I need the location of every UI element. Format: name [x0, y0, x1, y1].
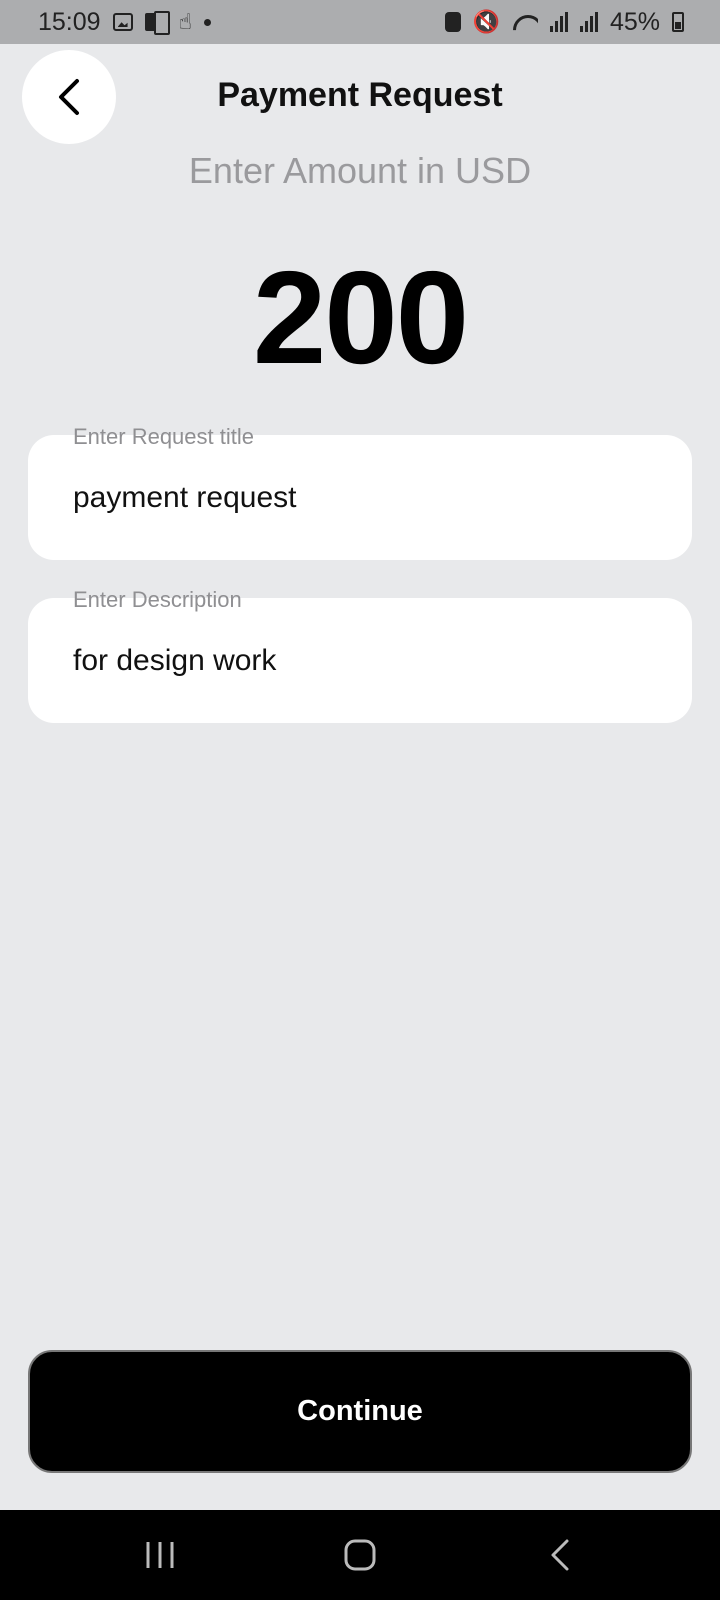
home-button[interactable]	[320, 1525, 400, 1585]
system-back-button[interactable]	[520, 1525, 600, 1585]
home-icon	[344, 1539, 376, 1571]
dot-icon	[203, 18, 211, 26]
signal-icon	[549, 12, 568, 32]
status-right: 🔇 45%	[444, 7, 684, 37]
status-bar: 15:09 ☝ 🔇 45%	[0, 0, 720, 44]
touch-icon: ☝	[178, 9, 192, 34]
device-icon	[144, 11, 170, 35]
status-time: 15:09	[38, 7, 101, 36]
description-box[interactable]	[28, 598, 692, 723]
recents-icon	[146, 1542, 174, 1568]
system-nav-bar	[0, 1510, 720, 1600]
back-icon	[551, 1539, 569, 1571]
description-label: Enter Description	[73, 587, 242, 612]
continue-button[interactable]: Continue	[28, 1350, 692, 1473]
image-icon	[112, 13, 133, 31]
request-title-input[interactable]	[73, 480, 653, 515]
description-input[interactable]	[73, 643, 653, 678]
payment-request-screen: 15:09 ☝ 🔇 45% Payment Request Enter Amou…	[0, 0, 720, 1600]
amount-label: Enter Amount in USD	[188, 150, 532, 191]
amount-value[interactable]: 200	[0, 252, 720, 384]
lock-icon	[444, 12, 461, 32]
status-left: 15:09 ☝	[38, 8, 211, 37]
signal-icon	[579, 12, 598, 32]
page-title: Payment Request	[217, 76, 503, 114]
mute-icon: 🔇	[472, 9, 500, 34]
battery-icon	[672, 12, 684, 32]
battery-percent: 45%	[609, 7, 660, 36]
request-title-box[interactable]	[28, 435, 692, 560]
wifi-icon	[512, 12, 538, 32]
recents-button[interactable]	[120, 1525, 200, 1585]
request-title-label: Enter Request title	[73, 424, 254, 449]
